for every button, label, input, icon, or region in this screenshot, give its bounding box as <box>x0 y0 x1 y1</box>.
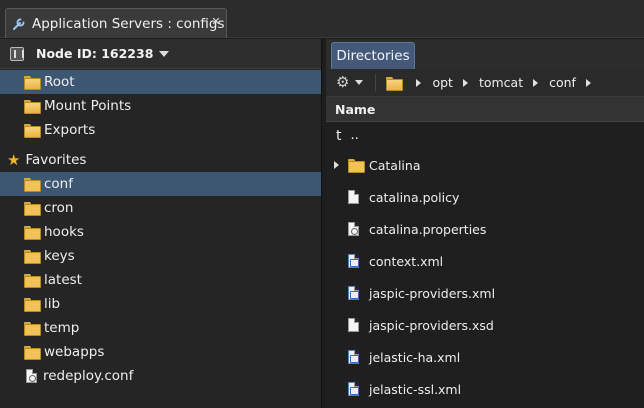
tree-item-root[interactable]: Root <box>0 70 321 94</box>
file-row-catalina[interactable]: Catalina <box>326 149 644 181</box>
folder-icon <box>24 202 41 216</box>
column-header-name[interactable]: Name <box>326 97 644 122</box>
breadcrumb-tomcat[interactable]: tomcat <box>479 75 523 90</box>
config-file-icon <box>26 369 37 383</box>
parent-directory-label: .. <box>350 128 359 143</box>
expand-arrow-icon[interactable] <box>334 161 339 169</box>
favorites-label: Favorites <box>25 152 87 168</box>
file-list: Catalina catalina.policy catalina.proper… <box>326 149 644 405</box>
favorite-item-label: redeploy.conf <box>43 368 134 384</box>
gear-icon[interactable]: ⚙ <box>336 75 349 90</box>
favorite-item-keys[interactable]: keys <box>0 244 321 268</box>
folder-open-icon <box>24 100 41 114</box>
chevron-down-icon[interactable] <box>159 50 170 57</box>
tree-item-mount-points[interactable]: Mount Points <box>0 94 321 118</box>
favorite-item-webapps[interactable]: webapps <box>0 340 321 364</box>
favorite-item-latest[interactable]: latest <box>0 268 321 292</box>
right-tab-strip: Directories <box>326 39 644 69</box>
file-row-jelastic-ssl-xml[interactable]: jelastic-ssl.xml <box>326 373 644 405</box>
favorite-item-label: temp <box>44 320 80 336</box>
window-tab-strip: Application Servers : configs ✕ <box>0 0 644 38</box>
tree-item-label: Root <box>44 74 75 90</box>
xml-file-icon <box>348 286 359 300</box>
file-tree: Root Mount Points Exports ★ Favorites co… <box>0 70 321 388</box>
file-icon <box>348 318 359 332</box>
close-icon[interactable]: ✕ <box>210 15 222 28</box>
node-selector[interactable]: Node ID: 162238 <box>0 39 321 69</box>
favorite-item-redeploy-conf[interactable]: redeploy.conf <box>0 364 321 388</box>
file-row-catalina-properties[interactable]: catalina.properties <box>326 213 644 245</box>
up-arrow-icon: t <box>336 127 342 144</box>
favorite-item-label: lib <box>44 296 61 312</box>
left-panel: Node ID: 162238 Root Mount Points Export… <box>0 39 322 408</box>
file-name: jaspic-providers.xsd <box>369 317 494 333</box>
favorite-item-label: hooks <box>44 224 84 240</box>
folder-open-icon <box>24 76 41 90</box>
file-name: context.xml <box>369 253 444 269</box>
tab-application-servers-configs[interactable]: Application Servers : configs ✕ <box>5 8 227 38</box>
xml-file-icon <box>348 382 359 396</box>
folder-icon <box>24 274 41 288</box>
server-node-icon <box>10 46 24 61</box>
chevron-right-icon <box>462 78 468 87</box>
breadcrumb-conf[interactable]: conf <box>549 75 576 90</box>
folder-icon <box>348 159 365 173</box>
favorite-item-label: cron <box>44 200 74 216</box>
xml-file-icon <box>348 254 359 268</box>
folder-icon <box>24 346 41 360</box>
path-toolbar: ⚙ opt tomcat conf <box>326 69 644 97</box>
chevron-right-icon <box>533 78 539 87</box>
favorite-item-label: webapps <box>44 344 105 360</box>
favorite-item-label: conf <box>44 176 73 192</box>
file-name: jaspic-providers.xml <box>369 285 496 301</box>
favorite-item-cron[interactable]: cron <box>0 196 321 220</box>
favorite-item-label: keys <box>44 248 75 264</box>
right-panel: Directories ⚙ opt tomcat conf Name t .. … <box>326 39 644 408</box>
folder-icon <box>24 322 41 336</box>
node-id-label: Node ID: 162238 <box>36 46 154 61</box>
chevron-right-icon[interactable] <box>585 78 591 87</box>
favorite-item-temp[interactable]: temp <box>0 316 321 340</box>
file-name: Catalina <box>369 157 421 173</box>
favorite-item-lib[interactable]: lib <box>0 292 321 316</box>
file-row-jelastic-ha-xml[interactable]: jelastic-ha.xml <box>326 341 644 373</box>
wrench-icon <box>13 18 25 30</box>
tab-title: Application Servers : configs <box>32 15 225 32</box>
chevron-down-icon[interactable] <box>355 80 364 85</box>
folder-icon <box>24 178 41 192</box>
file-name: jelastic-ssl.xml <box>369 381 462 397</box>
xml-file-icon <box>348 350 359 364</box>
favorites-header[interactable]: ★ Favorites <box>0 148 321 172</box>
folder-icon <box>24 298 41 312</box>
file-row-context-xml[interactable]: context.xml <box>326 245 644 277</box>
folder-open-icon[interactable] <box>386 76 404 91</box>
tree-item-exports[interactable]: Exports <box>0 118 321 142</box>
tree-item-label: Mount Points <box>44 98 132 114</box>
config-file-icon <box>348 222 359 236</box>
tree-item-label: Exports <box>44 122 96 138</box>
file-icon <box>348 190 359 204</box>
file-row-jaspic-providers-xsd[interactable]: jaspic-providers.xsd <box>326 309 644 341</box>
folder-open-icon <box>24 124 41 138</box>
file-name: catalina.properties <box>369 221 487 237</box>
parent-directory-row[interactable]: t .. <box>326 122 644 149</box>
favorite-item-conf[interactable]: conf <box>0 172 321 196</box>
file-name: jelastic-ha.xml <box>369 349 461 365</box>
tab-directories[interactable]: Directories <box>331 42 415 69</box>
folder-icon <box>24 226 41 240</box>
folder-icon <box>24 250 41 264</box>
chevron-right-icon <box>416 78 422 87</box>
star-icon: ★ <box>7 150 21 169</box>
file-row-jaspic-providers-xml[interactable]: jaspic-providers.xml <box>326 277 644 309</box>
breadcrumb-opt[interactable]: opt <box>432 75 452 90</box>
file-row-catalina-policy[interactable]: catalina.policy <box>326 181 644 213</box>
favorite-item-hooks[interactable]: hooks <box>0 220 321 244</box>
toolbar-divider <box>375 73 377 92</box>
file-name: catalina.policy <box>369 189 460 205</box>
favorite-item-label: latest <box>44 272 82 288</box>
